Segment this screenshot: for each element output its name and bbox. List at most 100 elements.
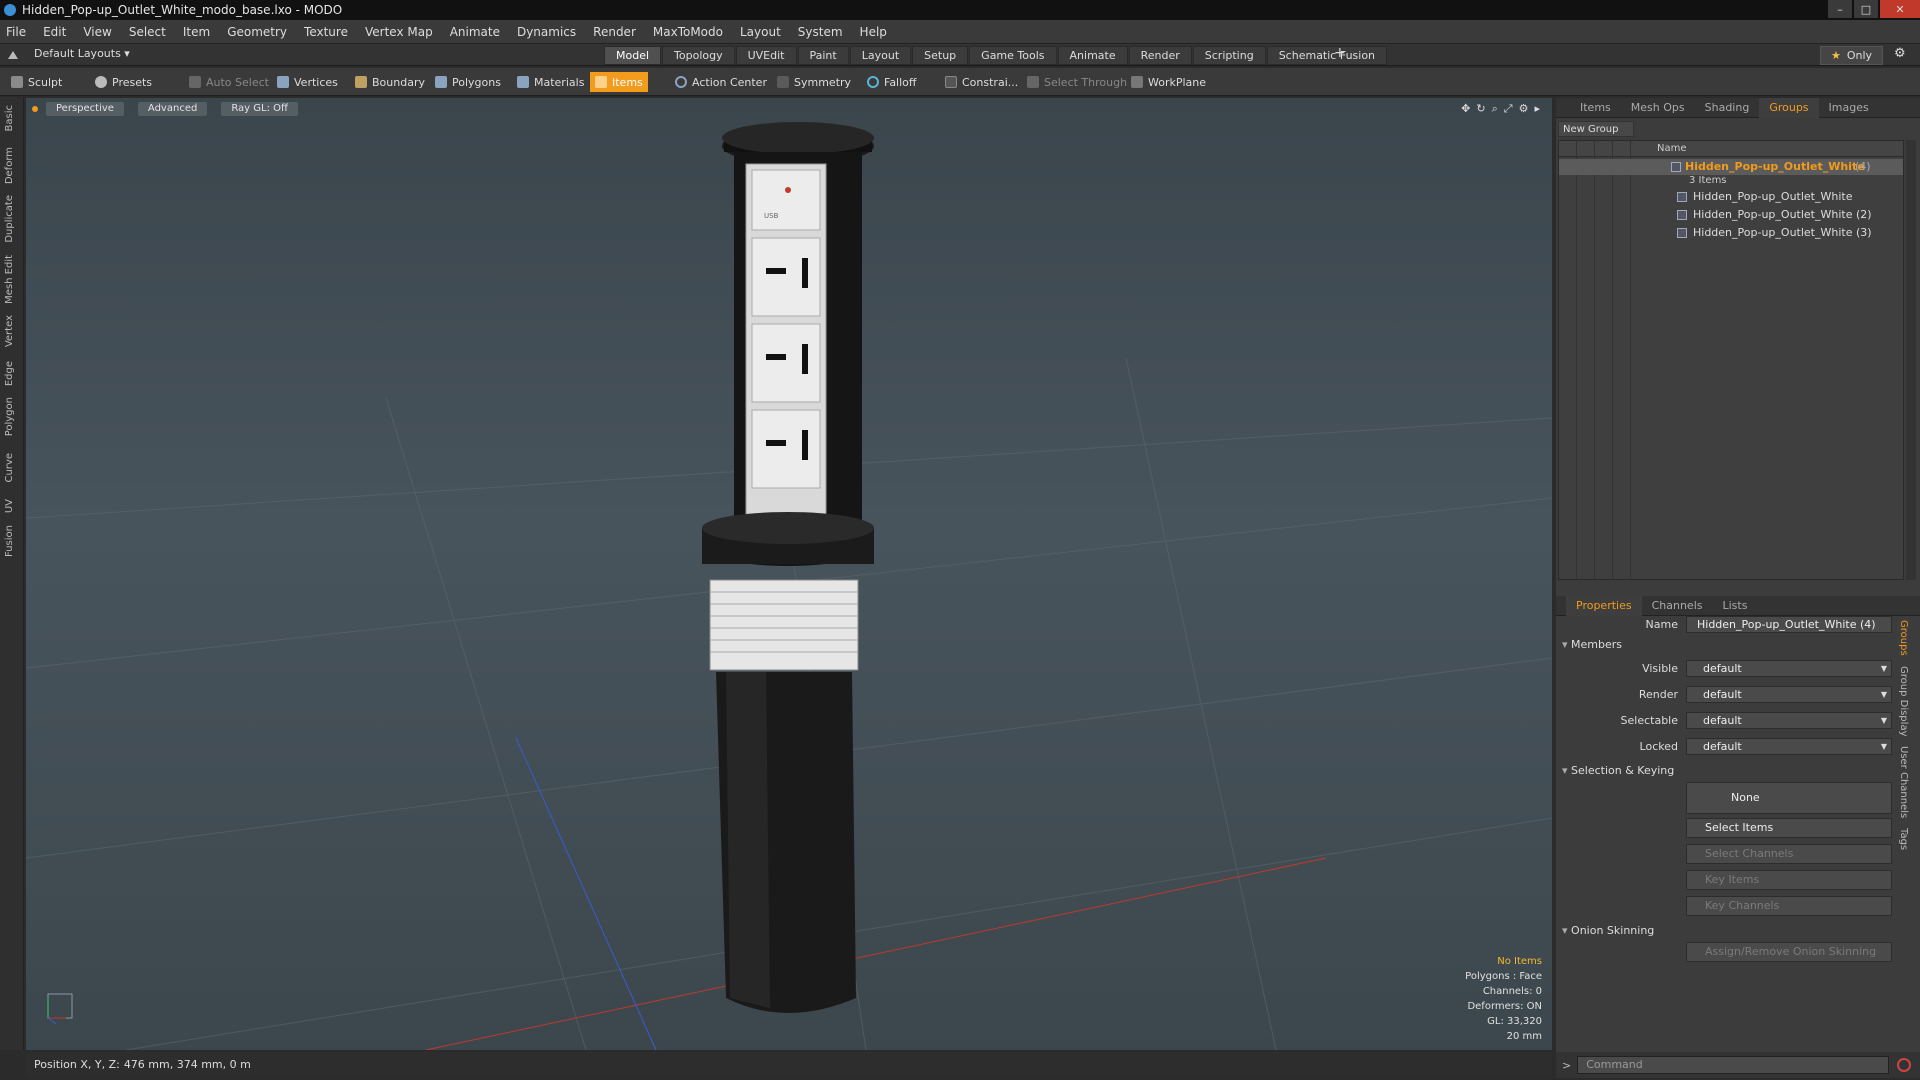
prop-tab-properties[interactable]: Properties: [1566, 595, 1642, 616]
layout-selector[interactable]: Default Layouts ▾: [8, 47, 130, 60]
locked-dropdown[interactable]: default: [1686, 738, 1892, 755]
menu-item[interactable]: Item: [183, 25, 210, 39]
name-field[interactable]: Hidden_Pop-up_Outlet_White (4): [1686, 616, 1892, 633]
assign-onion-button[interactable]: Assign/Remove Onion Skinning: [1686, 942, 1892, 962]
maximize-button[interactable]: □: [1854, 0, 1878, 18]
vtab-mesh-edit[interactable]: Mesh Edit: [4, 255, 15, 304]
render-dropdown[interactable]: default: [1686, 686, 1892, 703]
select-channels-button[interactable]: Select Channels: [1686, 844, 1892, 864]
sculpt-button[interactable]: Sculpt: [6, 72, 67, 92]
minimize-button[interactable]: –: [1828, 0, 1852, 18]
items-button[interactable]: Items: [590, 72, 648, 92]
falloff-button[interactable]: Falloff: [862, 72, 921, 92]
selection-keying-section[interactable]: Selection & Keying: [1562, 764, 1674, 777]
panel-tab-groups[interactable]: Groups: [1759, 97, 1819, 118]
select-items-button[interactable]: Select Items: [1686, 818, 1892, 838]
expand-icon[interactable]: ▸: [1534, 102, 1540, 116]
vtab-uv[interactable]: UV: [4, 499, 15, 513]
command-input[interactable]: Command: [1577, 1056, 1890, 1074]
side-tab-tags[interactable]: Tags: [1898, 828, 1909, 850]
only-toggle[interactable]: ★ Only: [1820, 46, 1884, 65]
settings-icon[interactable]: ⚙: [1519, 102, 1529, 116]
panel-tab-images[interactable]: Images: [1819, 101, 1879, 114]
selectable-dropdown[interactable]: default: [1686, 712, 1892, 729]
tab-layout[interactable]: Layout: [849, 46, 912, 65]
menu-select[interactable]: Select: [129, 25, 166, 39]
polygons-button[interactable]: Polygons: [430, 72, 506, 92]
tab-uvedit[interactable]: UVEdit: [735, 46, 797, 65]
rotate-icon[interactable]: ↻: [1476, 102, 1485, 116]
tab-setup[interactable]: Setup: [912, 46, 969, 65]
tree-row-group[interactable]: Hidden_Pop-up_Outlet_White (4): [1559, 159, 1903, 175]
menu-render[interactable]: Render: [593, 25, 636, 39]
vtab-basic[interactable]: Basic: [4, 105, 15, 131]
boundary-button[interactable]: Boundary: [350, 72, 430, 92]
visible-dropdown[interactable]: default: [1686, 660, 1892, 677]
presets-button[interactable]: Presets: [90, 72, 157, 92]
tab-animate[interactable]: Animate: [1057, 46, 1128, 65]
menu-vertex-map[interactable]: Vertex Map: [365, 25, 433, 39]
vtab-duplicate[interactable]: Duplicate: [4, 195, 15, 243]
materials-button[interactable]: Materials: [512, 72, 589, 92]
menu-dynamics[interactable]: Dynamics: [517, 25, 576, 39]
raygl-button[interactable]: Ray GL: Off: [221, 102, 298, 116]
panel-tab-shading[interactable]: Shading: [1695, 101, 1760, 114]
close-button[interactable]: ✕: [1880, 0, 1920, 18]
select-through-button[interactable]: Select Through: [1022, 72, 1132, 92]
menu-animate[interactable]: Animate: [450, 25, 500, 39]
menu-maxtomodo[interactable]: MaxToModo: [653, 25, 723, 39]
tab-paint[interactable]: Paint: [797, 46, 849, 65]
tab-topology[interactable]: Topology: [662, 46, 735, 65]
key-channels-button[interactable]: Key Channels: [1686, 896, 1892, 916]
vtab-deform[interactable]: Deform: [4, 147, 15, 184]
menu-system[interactable]: System: [798, 25, 843, 39]
panel-tab-mesh-ops[interactable]: Mesh Ops: [1621, 101, 1695, 114]
menu-texture[interactable]: Texture: [304, 25, 348, 39]
side-tab-user-channels[interactable]: User Channels: [1898, 746, 1909, 818]
tree-scrollbar[interactable]: [1906, 140, 1916, 580]
panel-tab-items[interactable]: Items: [1570, 101, 1621, 114]
shading-mode-button[interactable]: Advanced: [137, 102, 208, 116]
prop-tab-channels[interactable]: Channels: [1642, 599, 1713, 612]
tree-row-child[interactable]: Hidden_Pop-up_Outlet_White (2): [1559, 207, 1903, 223]
tree-row-child[interactable]: Hidden_Pop-up_Outlet_White (3): [1559, 225, 1903, 241]
menu-help[interactable]: Help: [860, 25, 887, 39]
menu-file[interactable]: File: [6, 25, 26, 39]
none-button[interactable]: None: [1686, 782, 1892, 814]
auto-select-button[interactable]: Auto Select: [184, 72, 274, 92]
tab-game-tools[interactable]: Game Tools: [969, 46, 1057, 65]
tab-scripting[interactable]: Scripting: [1192, 46, 1266, 65]
onion-skinning-section[interactable]: Onion Skinning: [1562, 924, 1654, 937]
tab-render[interactable]: Render: [1128, 46, 1192, 65]
menu-view[interactable]: View: [83, 25, 111, 39]
vtab-fusion[interactable]: Fusion: [4, 525, 15, 557]
key-items-button[interactable]: Key Items: [1686, 870, 1892, 890]
action-center-button[interactable]: Action Center: [670, 72, 772, 92]
pan-icon[interactable]: ✥: [1461, 102, 1470, 116]
tab-schematic-fusion[interactable]: Schematic Fusion: [1266, 46, 1388, 65]
vertices-button[interactable]: Vertices: [272, 72, 343, 92]
prop-tab-lists[interactable]: Lists: [1713, 599, 1758, 612]
record-icon[interactable]: [1897, 1058, 1912, 1072]
side-tab-groups[interactable]: Groups: [1898, 620, 1909, 656]
constrain-button[interactable]: Constrai...: [940, 72, 1023, 92]
vtab-polygon[interactable]: Polygon: [4, 397, 15, 436]
vtab-vertex[interactable]: Vertex: [4, 315, 15, 347]
fit-icon[interactable]: ⤢: [1504, 102, 1513, 116]
tree-row-child[interactable]: Hidden_Pop-up_Outlet_White: [1559, 189, 1903, 205]
side-tab-group-display[interactable]: Group Display: [1898, 666, 1909, 736]
members-section[interactable]: Members: [1562, 638, 1622, 651]
view-mode-button[interactable]: Perspective: [46, 102, 124, 116]
add-tab-icon[interactable]: +: [1334, 45, 1346, 61]
menu-geometry[interactable]: Geometry: [227, 25, 287, 39]
new-group-button[interactable]: New Group: [1558, 121, 1634, 137]
symmetry-button[interactable]: Symmetry: [772, 72, 856, 92]
menu-edit[interactable]: Edit: [43, 25, 66, 39]
gear-icon[interactable]: ⚙: [1894, 46, 1906, 61]
tab-model[interactable]: Model: [604, 46, 662, 65]
menu-layout[interactable]: Layout: [740, 25, 781, 39]
3d-viewport[interactable]: USB Perspective Advanced Ray GL: Off ✥ ↻…: [26, 98, 1552, 1050]
vtab-curve[interactable]: Curve: [4, 453, 15, 483]
workplane-button[interactable]: WorkPlane: [1126, 72, 1211, 92]
vtab-edge[interactable]: Edge: [4, 361, 15, 386]
